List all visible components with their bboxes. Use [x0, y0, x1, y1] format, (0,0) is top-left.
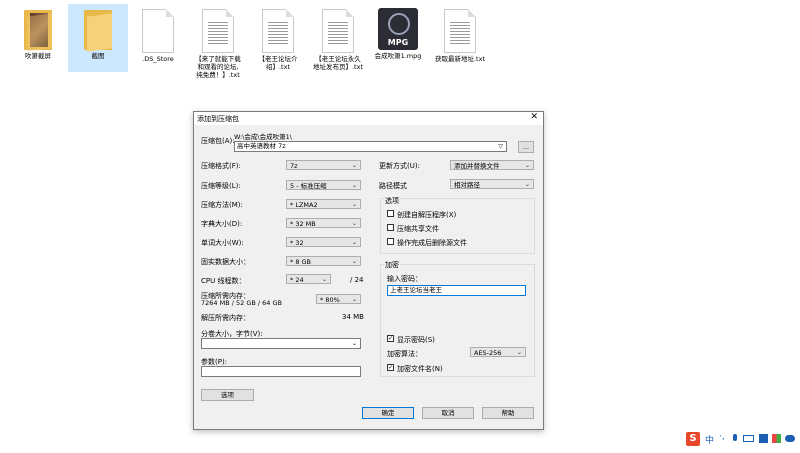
dict-label: 字典大小(D):	[201, 220, 243, 228]
mem-decomp-label: 解压所需内存：	[201, 314, 250, 322]
desktop-item-label: 【来了就能下载 和观看的论坛, 纯免费！】.txt	[195, 55, 241, 79]
desktop-folder-screenshots-recording[interactable]: 吹箫截屏	[8, 4, 68, 60]
add-to-archive-dialog: 添加到压缩包 ✕ 压缩包(A): W:\会成\会成吹箫1\ 高中英语教材 7z ▽…	[193, 111, 544, 430]
enc-method-label: 加密算法：	[387, 350, 422, 358]
text-file-icon	[202, 9, 234, 53]
text-file-icon	[262, 9, 294, 53]
word-label: 单词大小(W):	[201, 239, 244, 247]
cpu-select[interactable]: * 24 ⌄	[286, 274, 331, 284]
settings-icon[interactable]	[785, 435, 795, 442]
mem-decomp-value: 34 MB	[342, 313, 364, 321]
shared-checkbox[interactable]	[387, 224, 394, 231]
skin-icon[interactable]	[759, 434, 768, 443]
delete-after-checkbox[interactable]	[387, 238, 394, 245]
archive-name-input[interactable]: 高中英语教材 7z ▽	[234, 141, 507, 152]
update-select[interactable]: 添加并替换文件 ⌄	[450, 160, 534, 170]
password-label: 输入密码：	[387, 275, 422, 283]
cancel-button[interactable]: 取消	[422, 407, 474, 419]
text-file-icon	[322, 9, 354, 53]
desktop-file-txt-1[interactable]: 【来了就能下载 和观看的论坛, 纯免费！】.txt	[188, 4, 248, 79]
desktop-file-mpg[interactable]: MPG 会成吹箫1.mpg	[368, 4, 428, 60]
desktop-item-label: 【老王论坛永久 地址发布页】.txt	[312, 55, 363, 71]
desktop-folder-screenshots[interactable]: 截图	[68, 4, 128, 72]
ime-language-toggle[interactable]: 中	[705, 433, 714, 446]
ime-toolbar: S 中 ·,	[686, 432, 796, 446]
show-password-checkbox[interactable]: ✓	[387, 335, 394, 342]
format-label: 压缩格式(F):	[201, 162, 241, 170]
shared-label: 压缩共享文件	[397, 225, 439, 233]
show-password-label: 显示密码(S)	[397, 336, 435, 344]
browse-button[interactable]: ...	[518, 141, 534, 153]
options-button[interactable]: 选项	[201, 389, 254, 401]
desktop-file-txt-4[interactable]: 获取最新地址.txt	[430, 4, 490, 63]
cpu-total: / 24	[350, 276, 364, 284]
path-mode-label: 路径模式	[379, 182, 407, 190]
desktop-file-ds-store[interactable]: .DS_Store	[128, 4, 188, 63]
params-input[interactable]	[201, 366, 361, 377]
desktop-item-label: .DS_Store	[142, 55, 174, 63]
mem-percent-select[interactable]: * 80% ⌄	[316, 294, 361, 304]
text-file-icon	[444, 9, 476, 53]
mem-comp-value: 7264 MB / 52 GB / 64 GB	[201, 299, 282, 307]
word-select[interactable]: * 32 ⌄	[286, 237, 361, 247]
help-button[interactable]: 帮助	[482, 407, 534, 419]
solid-select[interactable]: * 8 GB ⌄	[286, 256, 361, 266]
desktop-item-label: 【老王论坛介 绍】.txt	[258, 55, 298, 71]
microphone-icon[interactable]	[733, 434, 737, 441]
solid-label: 固实数据大小：	[201, 258, 250, 266]
dict-select[interactable]: * 32 MB ⌄	[286, 218, 361, 228]
password-input[interactable]: 上老王论坛当老王	[387, 285, 526, 296]
desktop-item-label: 获取最新地址.txt	[434, 55, 485, 63]
delete-after-label: 操作完成后删除源文件	[397, 239, 467, 247]
folder-icon	[84, 10, 112, 52]
folder-icon	[24, 10, 52, 52]
level-select[interactable]: 5 - 标准压缩 ⌄	[286, 180, 361, 190]
format-select[interactable]: 7z ⌄	[286, 160, 361, 170]
close-icon[interactable]: ✕	[530, 112, 538, 122]
dialog-title: 添加到压缩包	[197, 115, 239, 123]
apps-grid-icon[interactable]	[772, 434, 781, 443]
method-label: 压缩方法(M):	[201, 201, 243, 209]
desktop-item-label: 会成吹箫1.mpg	[374, 52, 422, 60]
desktop-file-txt-3[interactable]: 【老王论坛永久 地址发布页】.txt	[308, 4, 368, 71]
encryption-group-title: 加密	[384, 260, 400, 270]
update-label: 更新方式(U):	[379, 162, 420, 170]
desktop-item-label: 吹箫截屏	[25, 52, 51, 60]
cpu-label: CPU 线程数：	[201, 277, 246, 285]
archive-label: 压缩包(A):	[201, 137, 235, 145]
encrypt-names-checkbox[interactable]: ✓	[387, 364, 394, 371]
dialog-titlebar: 添加到压缩包 ✕	[194, 112, 543, 125]
path-mode-select[interactable]: 相对路径 ⌄	[450, 179, 534, 189]
video-file-icon: MPG	[378, 8, 418, 50]
desktop-item-label: 截图	[91, 52, 105, 60]
punctuation-icon[interactable]: ·,	[719, 432, 725, 442]
file-icon	[142, 9, 174, 53]
keyboard-icon[interactable]	[743, 435, 754, 442]
sfx-label: 创建自解压程序(X)	[397, 211, 457, 219]
method-select[interactable]: * LZMA2 ⌄	[286, 199, 361, 209]
ok-button[interactable]: 确定	[362, 407, 414, 419]
sogou-icon[interactable]: S	[686, 432, 700, 446]
archive-path: W:\会成\会成吹箫1\	[234, 133, 292, 141]
split-size-select[interactable]: ⌄	[201, 338, 361, 349]
sfx-checkbox[interactable]	[387, 210, 394, 217]
enc-method-select[interactable]: AES-256 ⌄	[470, 347, 526, 357]
options-group-title: 选项	[384, 196, 400, 206]
level-label: 压缩等级(L):	[201, 182, 241, 190]
desktop-file-txt-2[interactable]: 【老王论坛介 绍】.txt	[248, 4, 308, 71]
encrypt-names-label: 加密文件名(N)	[397, 365, 443, 373]
